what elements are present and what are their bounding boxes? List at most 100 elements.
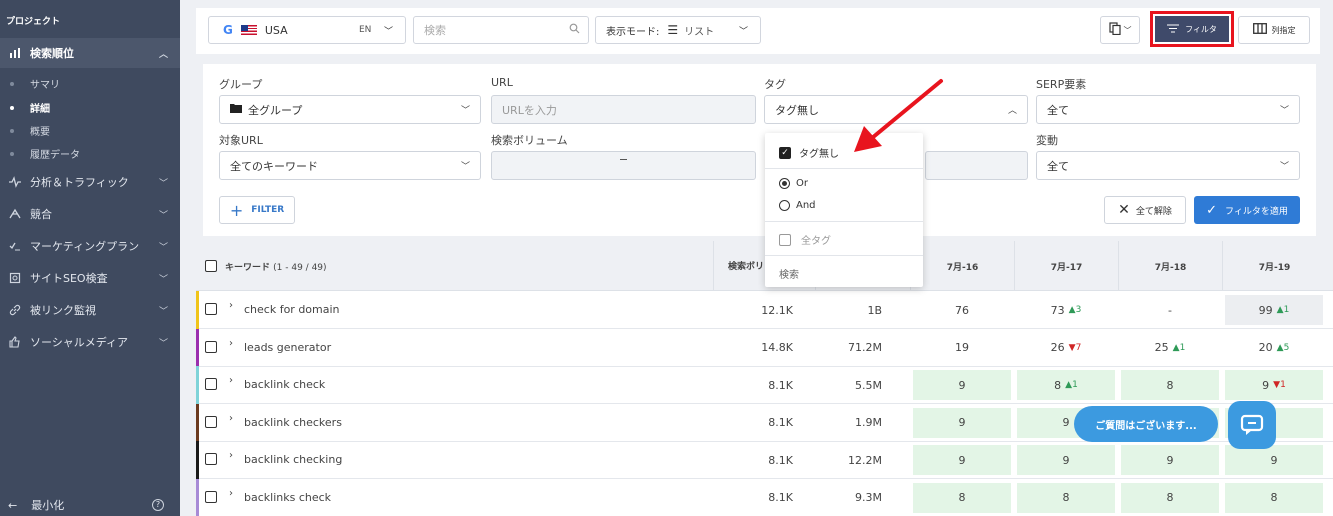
sidebar-project-title: プロジェクト [6, 17, 61, 27]
expand-chevron-icon[interactable]: › [229, 413, 233, 424]
copy-dropdown-button[interactable]: ﹀ [1100, 16, 1140, 44]
search-placeholder: 検索 [424, 24, 446, 37]
columns-button[interactable]: 列指定 [1238, 16, 1310, 44]
tag-option-none[interactable]: ✓ タグ無し [779, 145, 839, 160]
link-icon [8, 303, 22, 317]
keyword-cell[interactable]: backlink checkers [244, 416, 342, 429]
volume-range-input[interactable] [491, 151, 756, 180]
date-header[interactable]: 7月-18 [1118, 241, 1222, 291]
sidebar-item-rankings[interactable]: 検索順位 ︿ [0, 38, 180, 68]
apply-filter-button[interactable]: ✓ フィルタを適用 [1194, 196, 1300, 224]
filter-button[interactable]: フィルタ [1155, 16, 1229, 42]
arrow-left-icon: ← [8, 498, 18, 512]
sidebar-item-label: 競合 [30, 208, 52, 221]
row-checkbox[interactable] [205, 303, 217, 315]
sidebar-item-marketing[interactable]: マーケティングプラン ﹀ [0, 231, 180, 261]
target-url-select[interactable]: 全てのキーワード ﹀ [219, 151, 481, 180]
radio-unselected-icon[interactable] [779, 200, 790, 211]
checkbox-checked-icon[interactable]: ✓ [779, 146, 791, 159]
results-cell: 5.5M [855, 378, 882, 392]
rank-cell: 8 [913, 482, 1011, 513]
rank-cell: 8 [1121, 482, 1219, 513]
sidebar-minimize[interactable]: ← 最小化 ? [8, 497, 168, 513]
expand-chevron-icon[interactable]: › [229, 450, 233, 461]
date-header[interactable]: 7月-17 [1014, 241, 1118, 291]
change-select[interactable]: 全て ﹀ [1036, 151, 1300, 180]
chat-bubble[interactable]: ご質問はございます... [1074, 406, 1218, 442]
radio-or[interactable]: Or [779, 178, 808, 189]
competitors-icon [8, 207, 22, 221]
keyword-cell[interactable]: backlink check [244, 378, 325, 391]
keyword-cell[interactable]: check for domain [244, 303, 340, 316]
sidebar-subitem-summary[interactable]: サマリ [10, 76, 60, 91]
rank-cell: 8 [1017, 482, 1115, 513]
view-mode-select[interactable]: 表示モード: ☰ リスト ﹀ [595, 16, 761, 44]
sidebar-item-competitors[interactable]: 競合 ﹀ [0, 199, 180, 229]
all-tags-option[interactable]: 全タグ [779, 232, 831, 247]
expand-chevron-icon[interactable]: › [229, 338, 233, 349]
volume-cell: 8.1K [768, 491, 793, 504]
radio-selected-icon[interactable] [779, 178, 790, 189]
table-row[interactable]: › backlink checking 8.1K 12.2M 9 9 9 9 [196, 441, 1333, 479]
keyword-cell[interactable]: leads generator [244, 341, 331, 354]
date-header[interactable]: 7月-16 [910, 241, 1014, 291]
expand-chevron-icon[interactable]: › [229, 300, 233, 311]
view-mode-label: 表示モード: [606, 26, 660, 38]
clear-all-button[interactable]: ✕ 全て解除 [1104, 196, 1186, 224]
chevron-down-icon: ﹀ [383, 26, 393, 37]
rank-cell: 20 ▲5 [1258, 341, 1290, 354]
chat-icon [1240, 414, 1264, 435]
sidebar-item-social[interactable]: ソーシャルメディア ﹀ [0, 327, 180, 357]
row-checkbox[interactable] [205, 415, 217, 428]
sidebar-item-analytics[interactable]: 分析＆トラフィック ﹀ [0, 167, 180, 197]
sidebar-subitem-details[interactable]: 詳細 [10, 100, 50, 115]
sidebar-subitem-overview[interactable]: 概要 [10, 123, 50, 138]
rank-cell: 73 ▲3 [1050, 303, 1082, 317]
chevron-down-icon: ﹀ [1279, 106, 1289, 116]
url-input[interactable]: URLを入力 [491, 95, 756, 124]
table-row[interactable]: › leads generator 14.8K 71.2M 19 26 ▼7 25 ▲1 20 ▲5 [196, 328, 1333, 367]
country-select[interactable]: G USA EN ﹀ [208, 16, 406, 44]
row-checkbox[interactable] [205, 453, 217, 465]
rank-cell: 9 [1225, 445, 1323, 475]
google-icon: G [223, 23, 233, 37]
sidebar-item-label: 検索順位 [30, 47, 74, 60]
filter-panel: グループ 全グループ ﹀ URL URLを入力 タグ タグ無し ︿ SERP要素… [203, 64, 1316, 236]
help-icon[interactable]: ? [152, 499, 164, 511]
table-row[interactable]: › backlinks check 8.1K 9.3M 8 8 8 8 [196, 478, 1333, 516]
keyword-cell[interactable]: backlink checking [244, 453, 342, 466]
chevron-down-icon: ﹀ [158, 338, 168, 349]
volume-cell: 8.1K [768, 453, 793, 467]
rank-cell: 9 [1121, 445, 1219, 475]
country-label: USA [264, 23, 288, 37]
row-checkbox[interactable] [205, 378, 217, 390]
chat-button[interactable] [1228, 401, 1276, 449]
row-checkbox[interactable] [205, 340, 217, 353]
checkbox-icon[interactable] [779, 233, 791, 246]
language-label: EN [359, 25, 372, 35]
table-row[interactable]: › backlink check 8.1K 5.5M 9 8 ▲1 8 9 ▼1 [196, 366, 1333, 404]
date-header[interactable]: 7月-19 [1222, 241, 1326, 291]
keyword-cell[interactable]: backlinks check [244, 491, 331, 504]
sidebar-subitem-history[interactable]: 履歴データ [10, 146, 80, 161]
volume-cell: 14.8K [761, 341, 793, 354]
add-filter-button[interactable]: + FILTER [219, 196, 295, 224]
sidebar-item-backlinks[interactable]: 被リンク監視 ﹀ [0, 295, 180, 325]
expand-chevron-icon[interactable]: › [229, 488, 233, 499]
rank-cell: 8 ▲1 [1017, 370, 1115, 400]
sidebar-item-label: マーケティングプラン [30, 240, 140, 253]
serp-select[interactable]: 全て ﹀ [1036, 95, 1300, 124]
sidebar-item-site-audit[interactable]: サイトSEO検査 ﹀ [0, 263, 180, 293]
group-select[interactable]: 全グループ ﹀ [219, 95, 481, 124]
tag-search-input[interactable]: 検索 [779, 266, 799, 281]
rank-cell: 19 [955, 341, 969, 354]
row-checkbox[interactable] [205, 490, 217, 503]
search-input[interactable]: 検索 [413, 16, 589, 44]
rank-cell: 9 [913, 370, 1011, 400]
expand-chevron-icon[interactable]: › [229, 375, 233, 386]
copy-icon [1108, 22, 1121, 38]
radio-and[interactable]: And [779, 200, 816, 211]
select-all-checkbox[interactable] [205, 260, 217, 272]
table-row[interactable]: › check for domain 12.1K 1B 76 73 ▲3 - 99 ▲1 [196, 291, 1333, 329]
chevron-up-icon: ︿ [1007, 106, 1017, 116]
